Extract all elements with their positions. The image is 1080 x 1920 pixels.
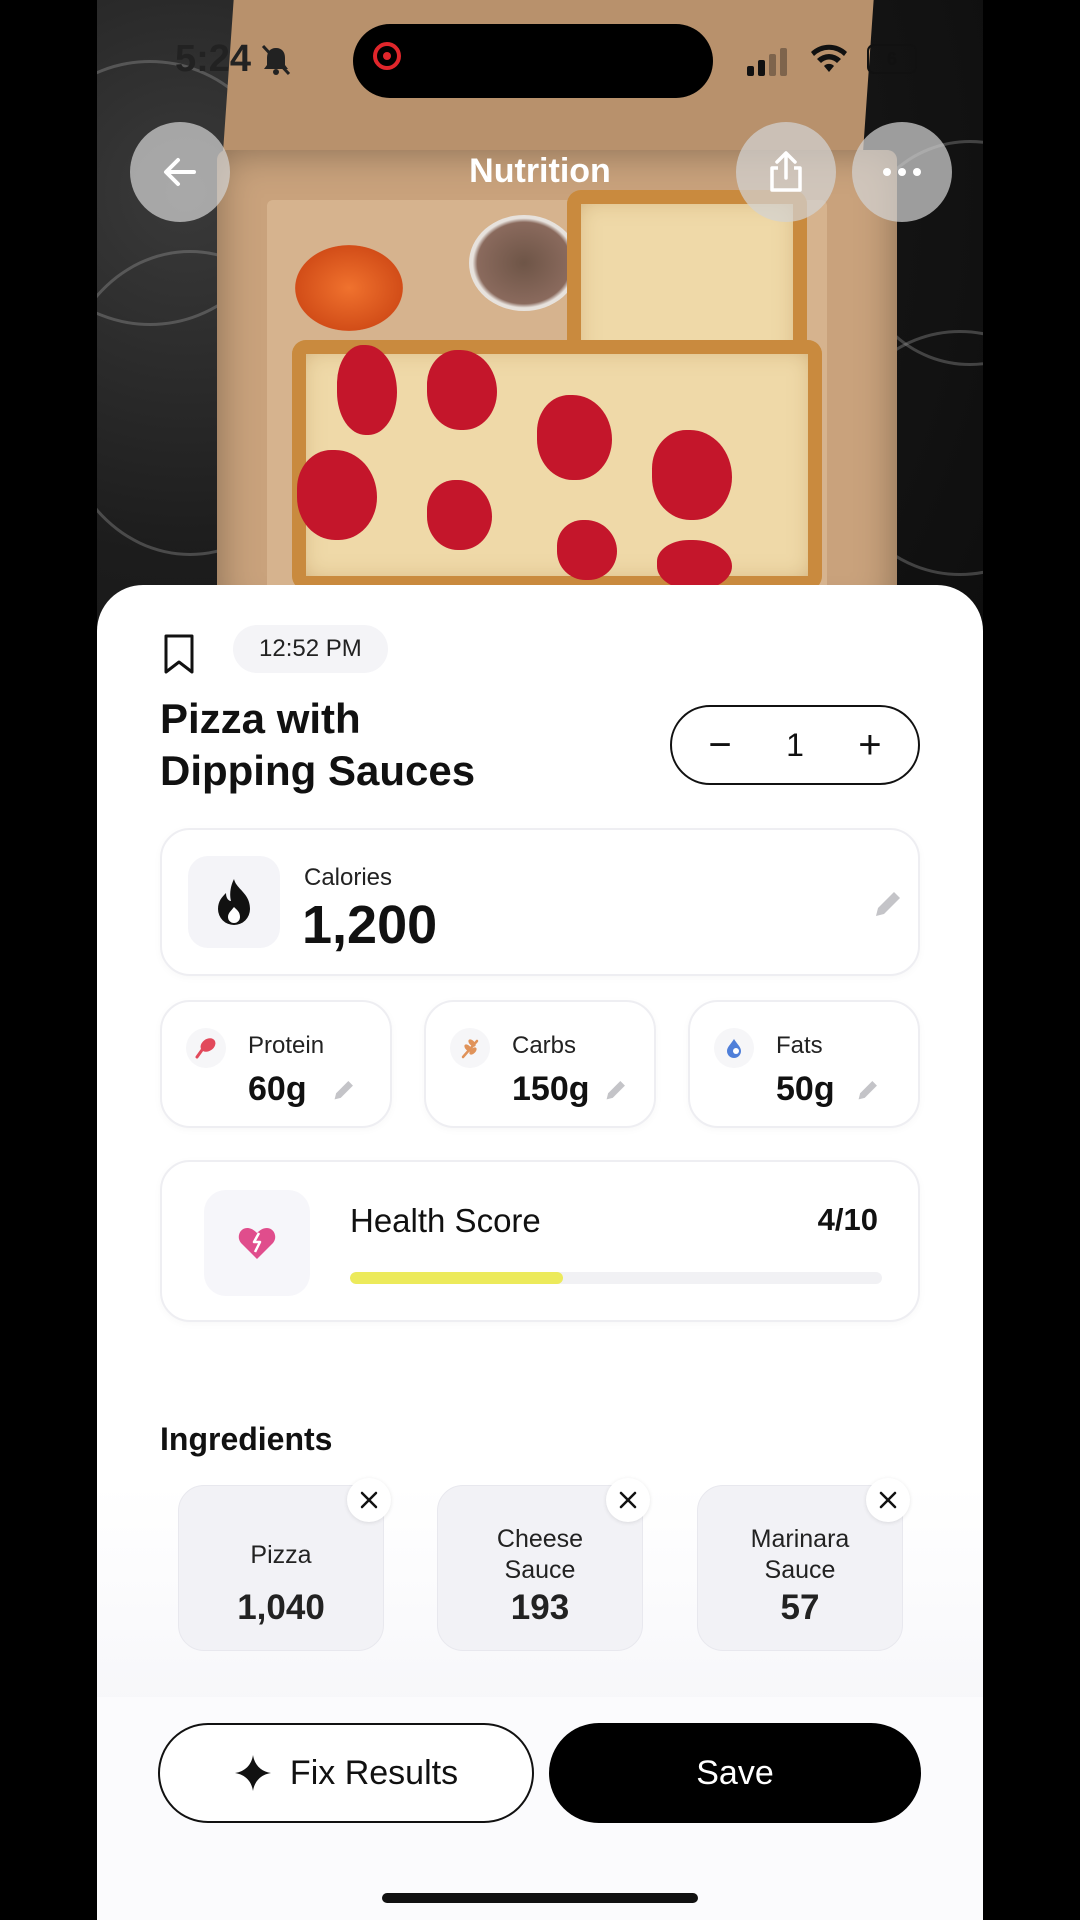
edit-protein-icon[interactable]: [330, 1078, 356, 1104]
increment-button[interactable]: +: [840, 725, 900, 765]
more-horizontal-icon: [883, 168, 921, 176]
meal-title: Pizza with Dipping Sauces: [160, 693, 580, 797]
page-title: Nutrition: [469, 152, 611, 190]
fats-icon-tile: [714, 1028, 754, 1068]
broken-heart-icon: [238, 1228, 276, 1259]
ingredient-calories: 193: [510, 1588, 570, 1627]
edit-calories-icon[interactable]: [870, 888, 904, 922]
bottom-action-bar: Fix Results Save: [97, 1697, 983, 1920]
recording-indicator-icon: [373, 42, 401, 70]
ingredient-name-line1: Marinara: [750, 1525, 850, 1553]
health-score-bar: [350, 1272, 882, 1284]
share-icon: [770, 151, 802, 192]
home-indicator: [382, 1893, 698, 1903]
fats-label: Fats: [776, 1032, 823, 1059]
ingredient-name: Pizza: [250, 1541, 312, 1569]
carbs-card[interactable]: Carbs 150g: [424, 1000, 656, 1128]
flame-icon: [218, 879, 250, 925]
bell-muted-icon: [261, 44, 291, 76]
ingredient-name-line2: Sauce: [764, 1556, 836, 1584]
ingredient-name: Cheese Sauce: [438, 1524, 642, 1586]
edit-carbs-icon[interactable]: [602, 1078, 628, 1104]
drumstick-icon: [195, 1038, 216, 1059]
ingredient-name-line1: Cheese: [496, 1525, 584, 1553]
protein-card[interactable]: Protein 60g: [160, 1000, 392, 1128]
more-button[interactable]: [852, 122, 952, 222]
battery-icon: 6: [867, 44, 917, 74]
share-button[interactable]: [736, 122, 836, 222]
close-icon: [360, 1491, 378, 1509]
drop-icon: [727, 1039, 741, 1058]
save-button[interactable]: Save: [549, 1723, 921, 1823]
meal-title-line1: Pizza with: [160, 695, 361, 742]
ingredient-card-pizza[interactable]: Pizza 1,040: [178, 1478, 391, 1651]
ingredient-calories: 1,040: [237, 1588, 325, 1627]
ingredient-card-cheese-sauce[interactable]: Cheese Sauce 193: [437, 1478, 650, 1651]
remove-ingredient-button[interactable]: [866, 1478, 910, 1522]
calories-value: 1,200: [302, 895, 438, 955]
sparkle-icon: [234, 1755, 271, 1791]
carbs-label: Carbs: [512, 1032, 577, 1059]
ingredient-name: Marinara Sauce: [698, 1524, 902, 1586]
ingredients-heading: Ingredients: [160, 1421, 333, 1457]
health-score-bar-fill: [350, 1272, 563, 1284]
quantity-stepper: − 1 +: [670, 705, 920, 785]
status-bar: 5:24 6: [97, 0, 983, 120]
close-icon: [619, 1491, 637, 1509]
ingredient-calories: 57: [780, 1588, 820, 1627]
fix-results-button[interactable]: Fix Results: [158, 1723, 534, 1823]
health-score-value: 4/10: [817, 1202, 878, 1237]
calories-card[interactable]: Calories 1,200: [160, 828, 920, 976]
carbs-value: 150g: [512, 1070, 590, 1108]
ingredients-list: Pizza 1,040 Cheese Sauce 193 Marinara Sa…: [97, 1478, 983, 1705]
fats-value: 50g: [776, 1070, 835, 1108]
calories-icon-tile: [188, 856, 280, 948]
fats-card[interactable]: Fats 50g: [688, 1000, 920, 1128]
wheat-icon: [461, 1039, 479, 1059]
protein-value: 60g: [248, 1070, 307, 1108]
protein-icon-tile: [186, 1028, 226, 1068]
remove-ingredient-button[interactable]: [606, 1478, 650, 1522]
close-icon: [879, 1491, 897, 1509]
meal-title-line2: Dipping Sauces: [160, 747, 476, 794]
bookmark-icon[interactable]: [163, 633, 195, 675]
meal-time: 12:52 PM: [233, 625, 388, 673]
wifi-icon: [811, 44, 847, 72]
dynamic-island: [353, 24, 713, 98]
remove-ingredient-button[interactable]: [347, 1478, 391, 1522]
health-score-label: Health Score: [350, 1202, 541, 1239]
fix-results-label: Fix Results: [289, 1753, 459, 1792]
health-score-card: Health Score 4/10: [160, 1160, 920, 1322]
ingredient-name-line2: Sauce: [504, 1556, 576, 1584]
quantity-value: 1: [786, 726, 804, 763]
status-time: 5:24: [175, 38, 252, 80]
health-score-icon-tile: [204, 1190, 310, 1296]
signal-icon: [747, 48, 787, 76]
phone-screen: 5:24 6 Nutrition 12:52 PM Pizza with Dip…: [97, 0, 983, 1920]
decrement-button[interactable]: −: [690, 725, 750, 765]
ingredient-card-marinara-sauce[interactable]: Marinara Sauce 57: [697, 1478, 910, 1651]
protein-label: Protein: [248, 1032, 325, 1059]
carbs-icon-tile: [450, 1028, 490, 1068]
calories-label: Calories: [304, 864, 393, 891]
edit-fats-icon[interactable]: [854, 1078, 880, 1104]
